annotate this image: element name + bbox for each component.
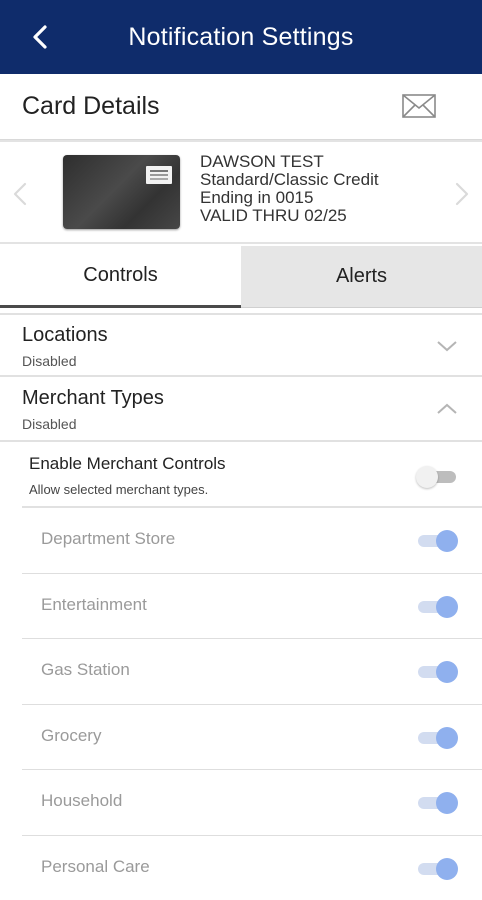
card-details-header: Card Details bbox=[0, 74, 482, 140]
card-carousel: DAWSON TEST Standard/Classic Credit Endi… bbox=[0, 140, 482, 244]
card-details-title: Card Details bbox=[22, 92, 160, 120]
chevron-left-icon bbox=[13, 182, 27, 206]
enable-merchant-controls-toggle[interactable] bbox=[416, 465, 458, 488]
toggle-thumb bbox=[436, 857, 458, 880]
envelope-icon bbox=[402, 94, 436, 118]
toggle-thumb bbox=[416, 466, 438, 488]
chevron-right-icon bbox=[455, 182, 469, 206]
card-holder-name: DAWSON TEST bbox=[200, 152, 324, 171]
card-valid-thru: VALID THRU 02/25 bbox=[200, 206, 347, 225]
toggle-thumb bbox=[436, 792, 458, 814]
merchant-toggle[interactable] bbox=[416, 660, 458, 683]
merchant-label: Gas Station bbox=[41, 660, 130, 679]
enable-merchant-controls-title: Enable Merchant Controls bbox=[29, 454, 226, 473]
merchant-type-list: Department Store Entertainment Gas Stati… bbox=[22, 508, 482, 900]
merchant-toggle[interactable] bbox=[416, 529, 458, 552]
merchant-toggle[interactable] bbox=[416, 857, 458, 880]
chevron-up-icon bbox=[437, 403, 457, 414]
tab-alerts[interactable]: Alerts bbox=[241, 246, 482, 308]
toggle-thumb bbox=[436, 726, 458, 749]
locations-section[interactable]: Locations Disabled bbox=[0, 313, 482, 377]
list-item: Entertainment bbox=[22, 574, 482, 639]
tab-controls[interactable]: Controls bbox=[0, 246, 241, 308]
enable-merchant-controls-row: Enable Merchant Controls Allow selected … bbox=[0, 444, 482, 508]
toggle-thumb bbox=[436, 595, 458, 618]
list-item: Household bbox=[22, 770, 482, 836]
card-image bbox=[63, 155, 180, 229]
merchant-toggle[interactable] bbox=[416, 791, 458, 814]
locations-title: Locations bbox=[22, 324, 108, 346]
list-item: Department Store bbox=[22, 508, 482, 574]
mail-button[interactable] bbox=[402, 94, 436, 118]
enable-merchant-controls-subtitle: Allow selected merchant types. bbox=[29, 482, 209, 497]
list-item: Gas Station bbox=[22, 639, 482, 705]
page-title: Notification Settings bbox=[128, 22, 354, 51]
list-item: Grocery bbox=[22, 705, 482, 770]
merchant-label: Grocery bbox=[41, 725, 102, 745]
card-ending: Ending in 0015 bbox=[200, 188, 314, 207]
merchant-types-status: Disabled bbox=[22, 416, 77, 432]
merchant-label: Department Store bbox=[41, 529, 176, 548]
merchant-label: Entertainment bbox=[41, 594, 147, 614]
merchant-toggle[interactable] bbox=[416, 595, 458, 618]
card-type: Standard/Classic Credit bbox=[200, 170, 379, 189]
locations-status: Disabled bbox=[22, 353, 77, 369]
toggle-thumb bbox=[436, 530, 458, 552]
next-card-button[interactable] bbox=[452, 176, 472, 212]
back-button[interactable] bbox=[26, 22, 54, 52]
chevron-down-icon bbox=[437, 341, 457, 352]
top-app-bar: Notification Settings bbox=[0, 0, 482, 74]
previous-card-button[interactable] bbox=[10, 176, 30, 212]
toggle-thumb bbox=[436, 661, 458, 683]
chevron-left-icon bbox=[33, 25, 47, 49]
list-item: Personal Care bbox=[22, 836, 482, 900]
merchant-label: Household bbox=[41, 791, 123, 810]
card-logo bbox=[146, 166, 172, 184]
merchant-toggle[interactable] bbox=[416, 726, 458, 749]
merchant-types-section[interactable]: Merchant Types Disabled bbox=[0, 378, 482, 442]
merchant-label: Personal Care bbox=[41, 856, 150, 876]
merchant-types-title: Merchant Types bbox=[22, 387, 164, 409]
tab-bar: Controls Alerts bbox=[0, 246, 482, 308]
card-info: DAWSON TEST Standard/Classic Credit Endi… bbox=[200, 153, 379, 225]
